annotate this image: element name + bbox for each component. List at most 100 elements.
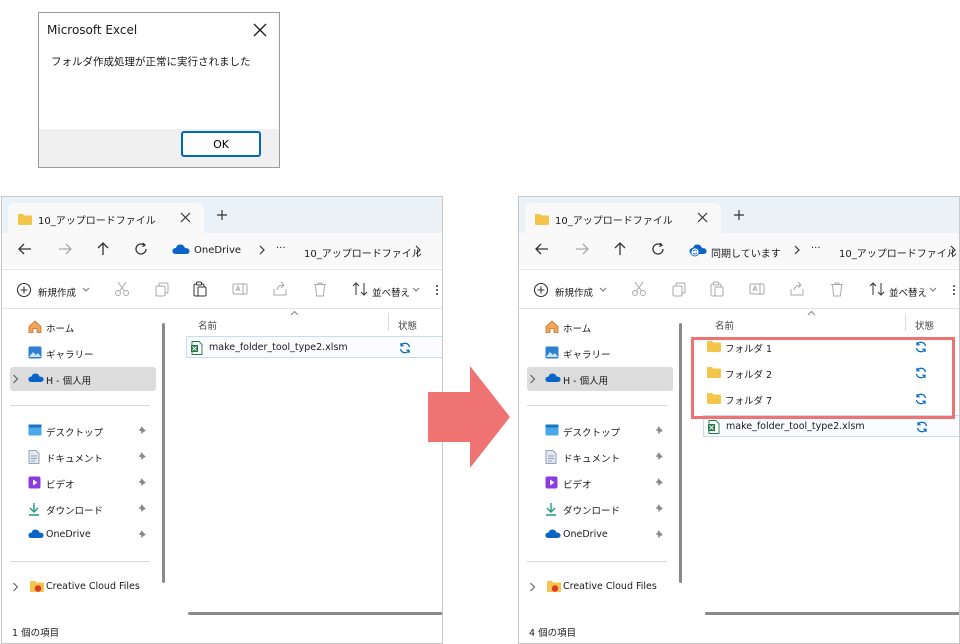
document-icon — [545, 450, 557, 464]
ok-button[interactable]: OK — [181, 131, 261, 157]
breadcrumb-root[interactable]: 同期しています — [711, 245, 781, 260]
plus-icon[interactable] — [216, 209, 228, 221]
rename-icon[interactable] — [232, 281, 248, 297]
breadcrumb-folder[interactable]: 10_アップロードファイル — [839, 245, 957, 260]
column-divider[interactable] — [905, 313, 906, 331]
column-header-name[interactable]: 名前 — [715, 318, 734, 332]
pin-icon[interactable] — [138, 503, 147, 513]
breadcrumb-more[interactable]: ··· — [276, 243, 286, 254]
share-icon[interactable] — [272, 281, 288, 297]
delete-icon[interactable] — [829, 281, 845, 297]
forward-arrow-icon[interactable] — [58, 242, 72, 256]
chevron-right-icon[interactable] — [529, 582, 536, 592]
nav-item-documents[interactable]: ドキュメント — [527, 445, 673, 469]
pin-icon[interactable] — [138, 425, 147, 435]
breadcrumb-root[interactable]: OneDrive — [194, 245, 241, 256]
copy-icon[interactable] — [671, 281, 687, 297]
gallery-icon — [28, 346, 42, 359]
copy-icon[interactable] — [154, 281, 170, 297]
nav-item-label: ビデオ — [563, 480, 592, 491]
nav-item-documents[interactable]: ドキュメント — [10, 445, 156, 469]
sort-icon[interactable] — [352, 281, 368, 297]
share-icon[interactable] — [789, 281, 805, 297]
command-bar: 新規作成 並べ替え — [519, 269, 959, 309]
nav-item-gallery[interactable]: ギャラリー — [527, 341, 673, 365]
new-plus-icon[interactable] — [16, 282, 32, 298]
nav-item-creative-cloud[interactable]: Creative Cloud Files — [10, 575, 156, 599]
pane-scrollbar[interactable] — [679, 323, 682, 583]
nav-item-downloads[interactable]: ダウンロード — [527, 497, 673, 521]
chevron-right-icon[interactable] — [12, 374, 19, 384]
pin-icon[interactable] — [655, 425, 664, 435]
pin-icon[interactable] — [655, 529, 664, 539]
horizontal-scrollbar[interactable] — [705, 612, 959, 615]
nav-item-desktop[interactable]: デスクトップ — [527, 419, 673, 443]
breadcrumb-more[interactable]: ··· — [811, 243, 821, 254]
plus-icon[interactable] — [733, 209, 745, 221]
nav-item-home[interactable]: ホーム — [527, 315, 673, 339]
back-arrow-icon[interactable] — [18, 242, 32, 256]
up-arrow-icon[interactable] — [96, 242, 110, 256]
nav-item-h-personal[interactable]: H - 個人用 — [527, 367, 673, 391]
chevron-right-icon[interactable] — [529, 374, 536, 384]
nav-item-h-personal[interactable]: H - 個人用 — [10, 367, 156, 391]
download-icon — [29, 503, 39, 516]
close-icon[interactable] — [697, 212, 708, 223]
back-arrow-icon[interactable] — [535, 242, 549, 256]
cut-icon[interactable] — [114, 281, 130, 297]
new-button[interactable]: 新規作成 — [555, 285, 593, 299]
forward-arrow-icon[interactable] — [575, 242, 589, 256]
close-icon[interactable] — [180, 212, 191, 223]
up-arrow-icon[interactable] — [613, 242, 627, 256]
column-header-name[interactable]: 名前 — [198, 318, 217, 332]
arrow-right-icon — [428, 366, 510, 468]
nav-item-gallery[interactable]: ギャラリー — [10, 341, 156, 365]
pin-icon[interactable] — [138, 529, 147, 539]
nav-item-downloads[interactable]: ダウンロード — [10, 497, 156, 521]
chevron-down-icon — [412, 287, 420, 292]
refresh-icon[interactable] — [651, 242, 665, 256]
pin-icon[interactable] — [138, 451, 147, 461]
paste-icon[interactable] — [192, 281, 208, 297]
refresh-icon[interactable] — [134, 242, 148, 256]
nav-item-desktop[interactable]: デスクトップ — [10, 419, 156, 443]
new-button[interactable]: 新規作成 — [38, 285, 76, 299]
tab-upload-folder[interactable]: 10_アップロードファイル — [525, 203, 721, 233]
explorer-window-before: 10_アップロードファイル OneDrive ··· 10_アップロードファイル… — [1, 196, 443, 644]
nav-item-videos[interactable]: ビデオ — [10, 471, 156, 495]
paste-icon[interactable] — [709, 281, 725, 297]
horizontal-scrollbar[interactable] — [188, 612, 442, 615]
pin-icon[interactable] — [655, 503, 664, 513]
sort-button[interactable]: 並べ替え — [889, 285, 927, 299]
pin-icon[interactable] — [138, 477, 147, 487]
navigation-pane: ホーム ギャラリー H - 個人用 デスクトップ ドキュメント ビデオ ダウンロ… — [519, 309, 679, 619]
column-header-status[interactable]: 状態 — [915, 318, 934, 332]
pin-icon[interactable] — [655, 477, 664, 487]
more-options-icon[interactable] — [951, 284, 957, 296]
nav-item-home[interactable]: ホーム — [10, 315, 156, 339]
rename-icon[interactable] — [749, 281, 765, 297]
download-icon — [546, 503, 556, 516]
more-options-icon[interactable] — [434, 284, 440, 296]
pin-icon[interactable] — [655, 451, 664, 461]
tab-label: 10_アップロードファイル — [555, 216, 673, 227]
cut-icon[interactable] — [631, 281, 647, 297]
tab-upload-folder[interactable]: 10_アップロードファイル — [8, 203, 204, 233]
breadcrumb-folder[interactable]: 10_アップロードファイル — [304, 245, 422, 260]
chevron-right-icon[interactable] — [12, 582, 19, 592]
nav-item-creative-cloud[interactable]: Creative Cloud Files — [527, 575, 673, 599]
nav-item-videos[interactable]: ビデオ — [527, 471, 673, 495]
new-plus-icon[interactable] — [533, 282, 549, 298]
nav-item-onedrive[interactable]: OneDrive — [10, 523, 156, 547]
sort-icon[interactable] — [869, 281, 885, 297]
file-row-excel[interactable]: make_folder_tool_type2.xlsm — [186, 336, 442, 358]
pane-scrollbar[interactable] — [162, 323, 165, 583]
delete-icon[interactable] — [312, 281, 328, 297]
tab-label: 10_アップロードファイル — [38, 216, 156, 227]
sort-button[interactable]: 並べ替え — [372, 285, 410, 299]
nav-item-onedrive[interactable]: OneDrive — [527, 523, 673, 547]
column-header-status[interactable]: 状態 — [398, 318, 417, 332]
navigation-pane: ホーム ギャラリー H - 個人用 デスクトップ ドキュメント ビデオ ダウンロ… — [2, 309, 162, 619]
column-divider[interactable] — [388, 313, 389, 331]
close-icon[interactable] — [249, 19, 271, 41]
